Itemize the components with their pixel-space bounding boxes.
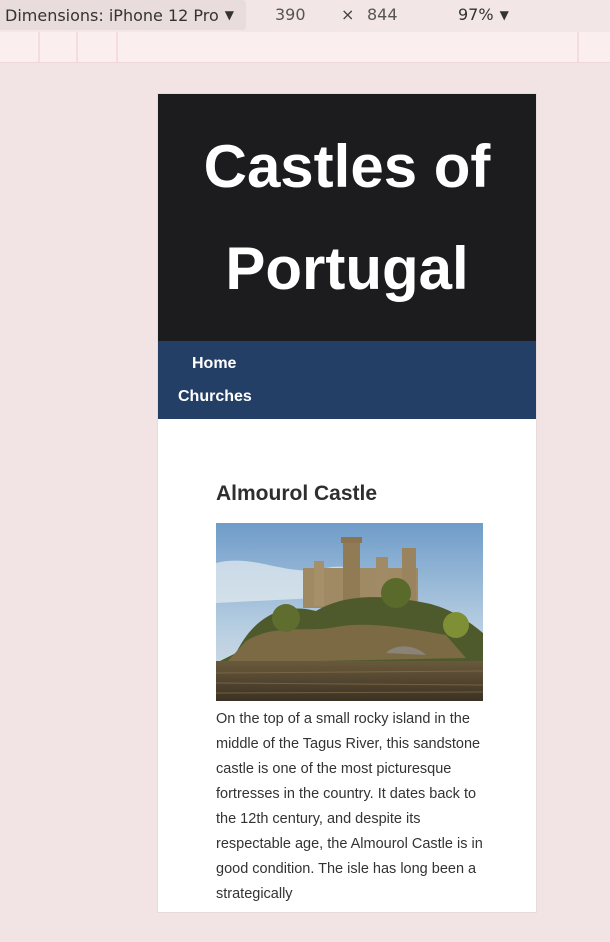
site-title: Castles of Portugal: [203, 132, 491, 302]
nav-link-home[interactable]: Home: [192, 355, 236, 373]
site-header: Castles of Portugal: [158, 94, 536, 341]
ruler-divider[interactable]: [38, 32, 40, 62]
ruler-divider[interactable]: [577, 32, 579, 62]
castle-photo: [216, 523, 483, 701]
dropdown-caret-icon: ▼: [499, 7, 509, 22]
media-query-ruler: [0, 32, 610, 63]
site-nav: Home Churches: [158, 341, 536, 419]
viewport-width-input[interactable]: 390: [275, 5, 306, 24]
dropdown-caret-icon: ▼: [224, 8, 235, 22]
article-body: On the top of a small rocky island in th…: [216, 711, 483, 902]
viewport-height-input[interactable]: 844: [367, 5, 398, 24]
article: Almourol Castle On the top of a small ro…: [216, 482, 484, 907]
ruler-divider[interactable]: [76, 32, 78, 62]
times-icon: ×: [341, 5, 355, 24]
zoom-label: 97%: [458, 5, 494, 24]
zoom-select[interactable]: 97% ▼: [458, 5, 509, 24]
article-heading: Almourol Castle: [216, 482, 378, 505]
devtools-toolbar: Dimensions: iPhone 12 Pro ▼ 390 × 844 97…: [0, 0, 610, 32]
device-viewport: Castles of Portugal Home Churches Almour…: [158, 94, 536, 912]
device-dimensions-label: Dimensions: iPhone 12 Pro: [5, 5, 219, 25]
nav-link-churches[interactable]: Churches: [178, 388, 252, 406]
ruler-divider[interactable]: [116, 32, 118, 62]
device-dimensions-select[interactable]: Dimensions: iPhone 12 Pro ▼: [0, 0, 246, 30]
